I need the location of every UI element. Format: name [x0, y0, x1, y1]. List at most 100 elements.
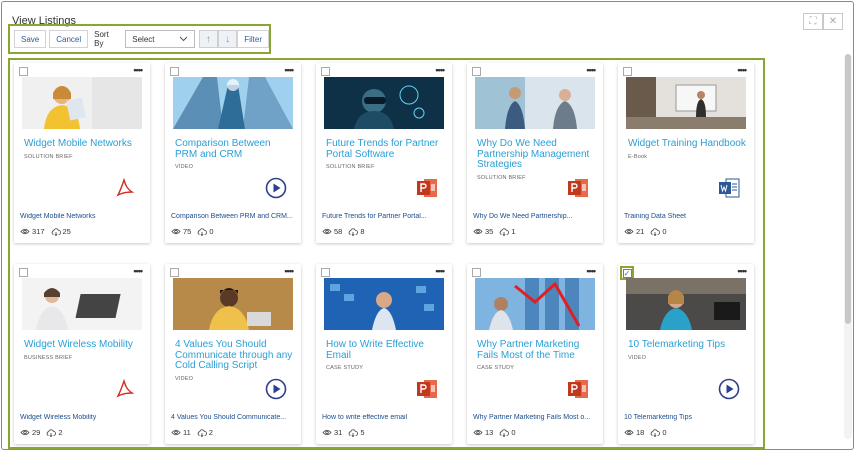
play-icon[interactable] [265, 378, 287, 400]
card-checkbox[interactable] [623, 67, 632, 76]
card-footer-title[interactable]: Why Partner Marketing Fails Most o... [473, 414, 601, 421]
eye-icon [473, 429, 483, 436]
more-options-icon[interactable]: •••• [284, 65, 294, 75]
card-thumbnail[interactable] [626, 77, 746, 129]
listing-card[interactable]: •••• Widget Mobile Networks SOLUTION BRIEF… [14, 63, 150, 243]
more-options-icon[interactable]: •••• [133, 266, 143, 276]
listing-card[interactable]: ✓ •••• 10 Telemarketing Tips VIDEO 10 Telema… [618, 264, 754, 444]
more-options-icon[interactable]: •••• [586, 65, 596, 75]
window-controls: ⛶ ✕ [803, 13, 843, 30]
card-thumbnail[interactable] [22, 278, 142, 330]
listing-card[interactable]: •••• Future Trends for Partner Portal Sof… [316, 63, 452, 243]
card-type: CASE STUDY [477, 365, 515, 371]
card-checkbox[interactable] [321, 67, 330, 76]
card-title[interactable]: 10 Telemarketing Tips VIDEO [628, 339, 748, 363]
listing-card[interactable]: •••• How to Write Effective Email CASE STU… [316, 264, 452, 444]
view-count: 58 [334, 227, 343, 236]
sort-ascending-icon[interactable]: ↑ [198, 30, 218, 48]
pdf-icon [116, 378, 135, 398]
chevron-down-icon [179, 36, 188, 42]
card-thumbnail[interactable] [173, 278, 293, 330]
card-thumbnail[interactable] [475, 278, 595, 330]
card-footer-title[interactable]: 4 Values You Should Communicate... [171, 414, 299, 421]
listing-card[interactable]: •••• Why Partner Marketing Fails Most of … [467, 264, 603, 444]
card-footer-title[interactable]: Comparison Between PRM and CRM... [171, 213, 299, 220]
more-options-icon[interactable]: •••• [737, 65, 747, 75]
card-title[interactable]: Widget Mobile Networks SOLUTION BRIEF [24, 138, 144, 162]
card-stats: 58 8 [322, 227, 365, 236]
more-options-icon[interactable]: •••• [435, 65, 445, 75]
card-title[interactable]: Future Trends for Partner Portal Softwar… [326, 138, 446, 173]
card-checkbox[interactable] [19, 67, 28, 76]
view-count: 18 [636, 428, 645, 437]
card-stats: 21 0 [624, 227, 667, 236]
card-footer-title[interactable]: Training Data Sheet [624, 213, 752, 220]
sort-descending-icon[interactable]: ↓ [218, 30, 238, 48]
more-options-icon[interactable]: •••• [435, 266, 445, 276]
card-thumbnail[interactable] [324, 77, 444, 129]
cloud-download-icon [349, 227, 359, 236]
listing-card[interactable]: •••• Comparison Between PRM and CRM VIDEO C… [165, 63, 301, 243]
more-options-icon[interactable]: •••• [737, 266, 747, 276]
card-checkbox[interactable] [170, 268, 179, 277]
sort-select-value: Select [132, 34, 155, 44]
cloud-download-icon [197, 428, 207, 437]
card-checkbox[interactable] [19, 268, 28, 277]
cloud-download-icon [651, 428, 661, 437]
download-count: 8 [360, 227, 365, 236]
play-icon[interactable] [718, 378, 740, 400]
card-stats: 75 0 [171, 227, 214, 236]
eye-icon [171, 228, 181, 235]
word-doc-icon [719, 178, 740, 198]
save-button[interactable]: Save [14, 30, 47, 48]
listing-card[interactable]: •••• Why Do We Need Partnership Managemen… [467, 63, 603, 243]
card-thumbnail[interactable] [626, 278, 746, 330]
card-thumbnail[interactable] [173, 77, 293, 129]
card-title[interactable]: Why Partner Marketing Fails Most of the … [477, 339, 597, 374]
card-stats: 11 2 [171, 428, 213, 437]
cloud-download-icon [198, 227, 208, 236]
view-count: 317 [32, 227, 45, 236]
view-count: 13 [485, 428, 494, 437]
card-title[interactable]: Widget Wireless Mobility BUSINESS BRIEF [24, 339, 144, 363]
more-options-icon[interactable]: •••• [133, 65, 143, 75]
more-options-icon[interactable]: •••• [284, 266, 294, 276]
listing-card[interactable]: •••• Widget Training Handbook E-Book Traini… [618, 63, 754, 243]
sort-select[interactable]: Select [125, 30, 195, 48]
card-title[interactable]: Comparison Between PRM and CRM VIDEO [175, 138, 295, 173]
card-checkbox[interactable] [472, 67, 481, 76]
download-count: 1 [511, 227, 516, 236]
card-checkbox[interactable] [472, 268, 481, 277]
card-checkbox[interactable] [170, 67, 179, 76]
listing-card[interactable]: •••• 4 Values You Should Communicate thro… [165, 264, 301, 444]
card-thumbnail[interactable] [475, 77, 595, 129]
view-count: 75 [183, 227, 192, 236]
scrollbar-thumb[interactable] [845, 54, 851, 324]
card-footer-title[interactable]: Future Trends for Partner Portal... [322, 213, 450, 220]
card-footer-title[interactable]: 10 Telemarketing Tips [624, 414, 752, 421]
more-options-icon[interactable]: •••• [586, 266, 596, 276]
cloud-download-icon [47, 428, 57, 437]
card-footer-title[interactable]: Why Do We Need Partnership... [473, 213, 601, 220]
listing-card[interactable]: •••• Widget Wireless Mobility BUSINESS BRI… [14, 264, 150, 444]
view-count: 21 [636, 227, 645, 236]
view-count: 11 [183, 428, 191, 437]
checkmark-icon: ✓ [622, 268, 632, 278]
play-icon[interactable] [265, 177, 287, 199]
maximize-icon[interactable]: ⛶ [803, 13, 823, 30]
download-count: 5 [360, 428, 365, 437]
card-thumbnail[interactable] [324, 278, 444, 330]
card-title[interactable]: Widget Training Handbook E-Book [628, 138, 748, 162]
cloud-download-icon [51, 227, 61, 236]
vertical-scrollbar[interactable] [844, 54, 852, 439]
card-title[interactable]: How to Write Effective Email CASE STUDY [326, 339, 446, 374]
card-footer-title[interactable]: Widget Mobile Networks [20, 213, 148, 220]
close-icon[interactable]: ✕ [823, 13, 843, 30]
cancel-button[interactable]: Cancel [49, 30, 89, 48]
filter-button[interactable]: Filter [237, 30, 270, 48]
card-footer-title[interactable]: How to write effective email [322, 414, 450, 421]
card-thumbnail[interactable] [22, 77, 142, 129]
card-checkbox[interactable] [321, 268, 330, 277]
eye-icon [473, 228, 483, 235]
card-footer-title[interactable]: Widget Wireless Mobility [20, 414, 148, 421]
